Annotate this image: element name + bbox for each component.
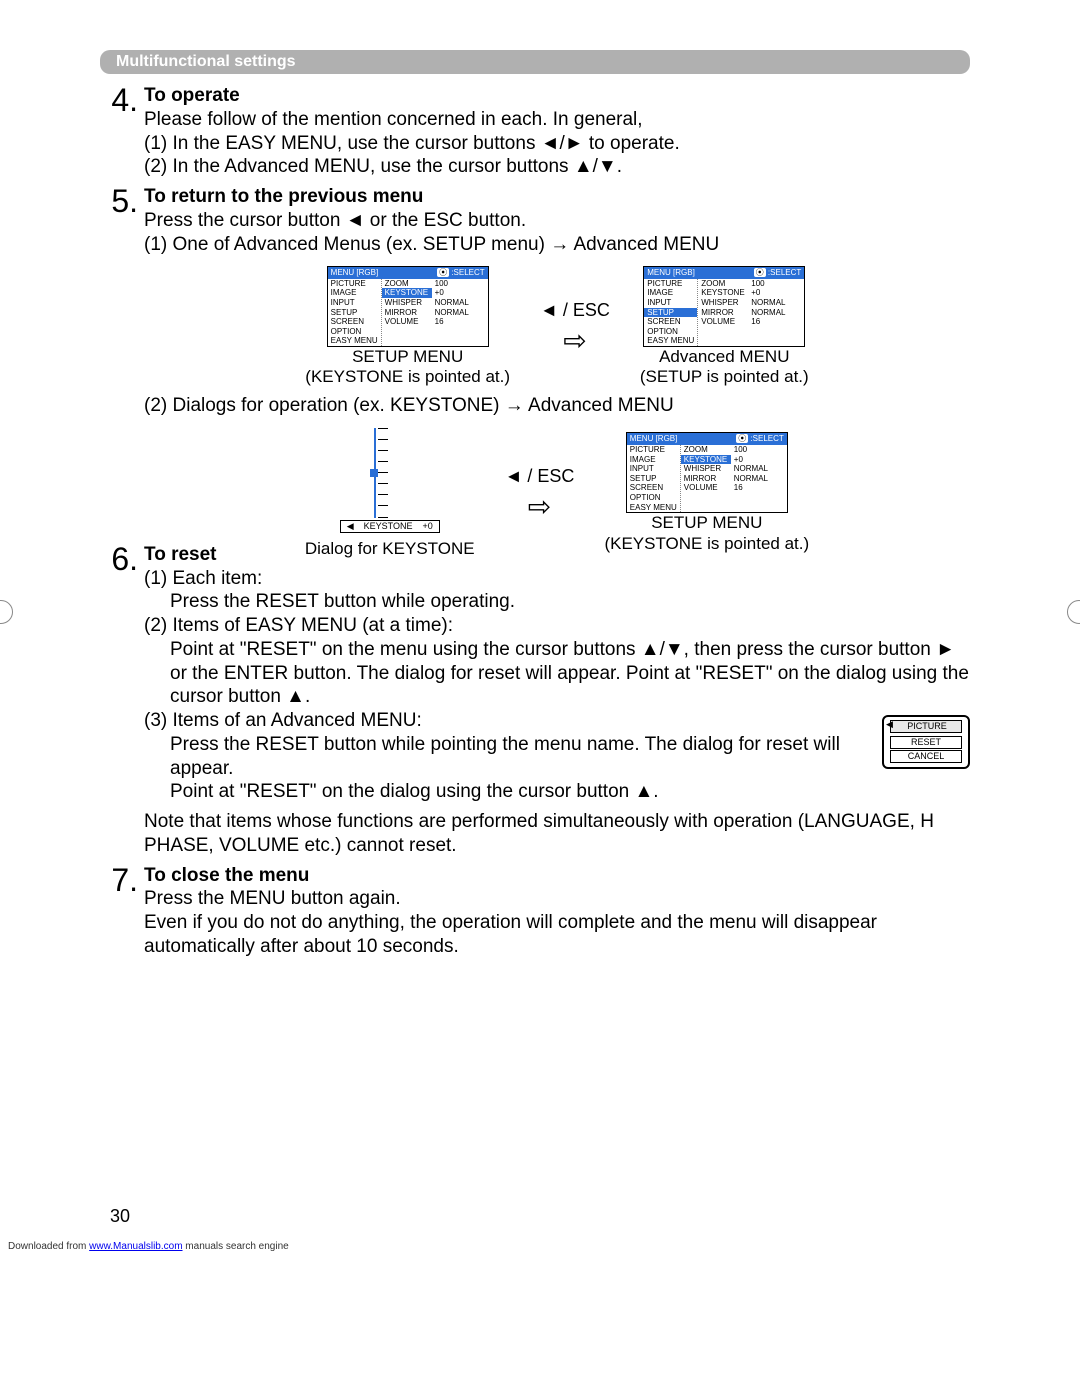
figure-caption: Dialog for KEYSTONE [305,539,475,559]
step-title: To operate [144,84,643,108]
step-text: Please follow of the mention concerned i… [144,108,643,132]
step-4: 4. To operate Please follow of the menti… [100,84,970,132]
figure-caption: (KEYSTONE is pointed at.) [305,367,510,387]
osd-title: MENU [RGB] [331,268,379,278]
step-text: Point at "RESET" on the dialog using the… [170,780,970,804]
select-icon: ⦿ [437,268,449,277]
step-text: (2) Dialogs for operation (ex. KEYSTONE)… [144,394,970,418]
step-title: To reset [144,543,262,567]
triangle-left-icon: ◀ [886,719,893,730]
step-7: 7. To close the menu Press the MENU butt… [100,864,970,912]
osd-setup-menu: MENU [RGB] ⦿ :SELECT PICTURE IMAGE INPUT… [327,266,489,347]
section-header: Multifunctional settings [100,50,970,74]
arrow-right-icon: ⇨ [528,493,551,521]
arrow-label: ◄ / ESC [540,300,610,321]
step-number: 5. [100,185,138,217]
reset-option: RESET [890,736,962,749]
figure-caption: (KEYSTONE is pointed at.) [604,534,809,554]
step-text: Press the RESET button while operating. [170,590,970,614]
footer: Downloaded from www.Manualslib.com manua… [8,1241,289,1252]
figure-caption: (SETUP is pointed at.) [640,367,809,387]
crop-mark-right [1067,600,1080,624]
page-number: 30 [110,1206,130,1227]
step-title: To return to the previous menu [144,185,526,209]
triangle-left-icon: ◀ [347,521,354,532]
osd-setup-menu: MENU [RGB] ⦿ :SELECT PICTURE IMAGE INPUT… [626,432,788,513]
osd-select-label: :SELECT [451,268,484,277]
step-title: To close the menu [144,864,401,888]
footer-post: manuals search engine [183,1241,289,1252]
step-5: 5. To return to the previous menu Press … [100,185,970,233]
step-text: (2) Items of EASY MENU (at a time): [144,614,970,638]
figure-caption: SETUP MENU [352,347,463,367]
step-text: (2) In the Advanced MENU, use the cursor… [144,155,970,179]
step-text: Point at "RESET" on the menu using the c… [170,638,970,709]
step-number: 7. [100,864,138,896]
footer-link[interactable]: www.Manualslib.com [89,1241,182,1252]
step-number: 6. [100,543,138,575]
manual-page: Multifunctional settings 4. To operate P… [0,0,1080,1397]
reset-dialog: ◀ PICTURE RESET CANCEL [882,715,970,768]
osd-advanced-menu: MENU [RGB] ⦿ :SELECT PICTURE IMAGE INPUT… [643,266,805,347]
step-text: (1) One of Advanced Menus (ex. SETUP men… [144,233,970,257]
figure-caption: SETUP MENU [651,513,762,533]
step-number: 4. [100,84,138,116]
step-6: 6. To reset (1) Each item: [100,543,970,591]
step-text: Press the MENU button again. [144,887,401,911]
dialog-name: KEYSTONE [364,521,413,531]
reset-dialog-title: PICTURE [890,720,962,733]
figure-caption: Advanced MENU [659,347,789,367]
footer-pre: Downloaded from [8,1241,89,1252]
step-text: Press the RESET button while pointing th… [170,733,970,781]
step-text: (1) Each item: [144,567,262,591]
figure-row-1: MENU [RGB] ⦿ :SELECT PICTURE IMAGE INPUT… [144,266,970,388]
step-text: (1) In the EASY MENU, use the cursor but… [144,132,970,156]
crop-mark-left [0,600,13,624]
step-text: (3) Items of an Advanced MENU: [144,709,970,733]
step-text: Even if you do not do anything, the oper… [144,911,970,959]
arrow-right-icon: ⇨ [563,327,586,355]
arrow-label: ◄ / ESC [505,466,575,487]
dialog-value: +0 [422,521,432,531]
cancel-option: CANCEL [890,750,962,763]
step-text: Press the cursor button ◄ or the ESC but… [144,209,526,233]
keystone-dialog: ◀ KEYSTONE +0 [340,428,440,533]
figure-row-2: ◀ KEYSTONE +0 Dialog for KEYSTONE ◄ / ES… [144,428,970,559]
step-note: Note that items whose functions are perf… [144,810,970,858]
